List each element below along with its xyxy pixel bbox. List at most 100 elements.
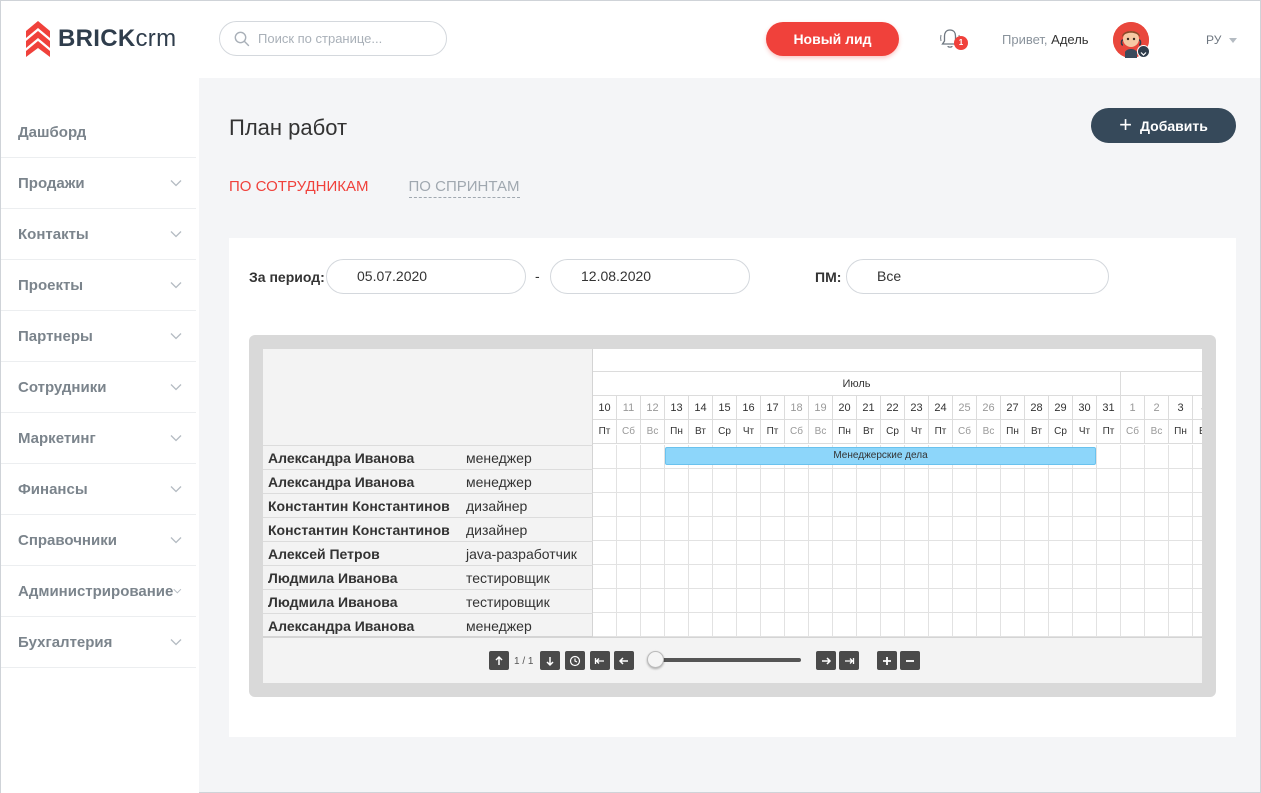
gantt-resource-row[interactable]: Людмила Иванова тестировщик (263, 589, 593, 613)
timeline-cell[interactable] (1001, 565, 1025, 589)
brand-logo[interactable]: BRICKcrm (26, 21, 176, 57)
scroll-to-end-button[interactable] (839, 651, 859, 670)
timeline-cell[interactable] (1193, 589, 1202, 613)
timeline-cell[interactable] (1169, 493, 1193, 517)
scroll-up-button[interactable] (489, 651, 509, 670)
timeline-cell[interactable] (1193, 493, 1202, 517)
timeline-cell[interactable] (1145, 469, 1169, 493)
timeline-cell[interactable] (761, 589, 785, 613)
timeline-cell[interactable] (689, 469, 713, 493)
timeline-cell[interactable] (593, 469, 617, 493)
timeline-cell[interactable] (665, 565, 689, 589)
timeline-cell[interactable] (641, 613, 665, 637)
timeline-cell[interactable] (953, 565, 977, 589)
avatar-dropdown-icon[interactable] (1137, 45, 1150, 58)
timeline-cell[interactable] (1025, 565, 1049, 589)
scroll-to-start-button[interactable] (590, 651, 610, 670)
timeline-cell[interactable] (1169, 565, 1193, 589)
timeline-cell[interactable] (1049, 469, 1073, 493)
timeline-cell[interactable] (1121, 517, 1145, 541)
timeline-cell[interactable] (1049, 565, 1073, 589)
gantt-resource-row[interactable]: Александра Иванова менеджер (263, 469, 593, 493)
timeline-cell[interactable] (1097, 589, 1121, 613)
timeline-cell[interactable] (953, 613, 977, 637)
timeline-cell[interactable] (1001, 541, 1025, 565)
timeline-cell[interactable] (761, 541, 785, 565)
timeline-cell[interactable] (617, 469, 641, 493)
sidebar-item[interactable]: Финансы (1, 464, 196, 515)
timeline-cell[interactable] (1145, 589, 1169, 613)
timeline-cell[interactable] (785, 517, 809, 541)
chevron-down-icon[interactable] (173, 587, 182, 595)
timeline-cell[interactable] (881, 541, 905, 565)
timeline-cell[interactable] (905, 517, 929, 541)
timeline-cell[interactable] (1145, 565, 1169, 589)
zoom-slider-track[interactable] (653, 658, 801, 662)
timeline-cell[interactable] (857, 469, 881, 493)
language-selector[interactable]: РУ (1206, 33, 1238, 47)
timeline-cell[interactable] (713, 517, 737, 541)
timeline-cell[interactable] (1145, 493, 1169, 517)
timeline-cell[interactable] (1073, 589, 1097, 613)
timeline-cell[interactable] (1145, 613, 1169, 637)
timeline-cell[interactable] (977, 613, 1001, 637)
gantt-timeline[interactable]: Июль 10 Пт 11 Сб 12 Вс 13 Пн 14 Вт 15 Ср 16 Чт 17 Пт 18 С… (593, 349, 1202, 637)
timeline-cell[interactable] (785, 565, 809, 589)
timeline-cell[interactable] (1001, 493, 1025, 517)
timeline-cell[interactable] (665, 469, 689, 493)
timeline-cell[interactable] (617, 493, 641, 517)
gantt-resource-row[interactable]: Константин Константинов дизайнер (263, 517, 593, 541)
timeline-cell[interactable] (617, 589, 641, 613)
timeline-cell[interactable] (1169, 445, 1193, 469)
timeline-cell[interactable] (689, 541, 713, 565)
sidebar-item[interactable]: Дашборд (1, 108, 196, 158)
timeline-cell[interactable] (737, 541, 761, 565)
timeline-cell[interactable] (665, 541, 689, 565)
timeline-cell[interactable] (1049, 613, 1073, 637)
timeline-cell[interactable] (905, 565, 929, 589)
search-input[interactable] (258, 31, 428, 46)
timeline-cell[interactable] (1193, 445, 1202, 469)
timeline-cell[interactable] (641, 565, 665, 589)
timeline-cell[interactable] (689, 517, 713, 541)
timeline-cell[interactable] (713, 541, 737, 565)
timeline-cell[interactable] (977, 493, 1001, 517)
timeline-cell[interactable] (809, 493, 833, 517)
gantt-resource-row[interactable]: Людмила Иванова тестировщик (263, 565, 593, 589)
sidebar-item[interactable]: Справочники (1, 515, 196, 566)
timeline-cell[interactable] (1097, 565, 1121, 589)
timeline-cell[interactable] (953, 469, 977, 493)
timeline-cell[interactable] (713, 565, 737, 589)
chevron-down-icon[interactable] (170, 383, 182, 391)
date-from-field[interactable]: 05.07.2020 (326, 259, 526, 294)
gantt-resource-row[interactable]: Александра Иванова менеджер (263, 445, 593, 469)
timeline-cell[interactable] (761, 613, 785, 637)
timeline-cell[interactable] (857, 613, 881, 637)
chevron-down-icon[interactable] (170, 434, 182, 442)
timeline-cell[interactable] (713, 589, 737, 613)
timeline-cell[interactable] (1169, 517, 1193, 541)
timeline-cell[interactable] (905, 469, 929, 493)
timeline-cell[interactable] (905, 541, 929, 565)
timeline-cell[interactable] (881, 589, 905, 613)
chevron-down-icon[interactable] (170, 638, 182, 646)
timeline-cell[interactable] (857, 589, 881, 613)
timeline-cell[interactable] (617, 541, 641, 565)
pm-select[interactable]: Все (846, 259, 1109, 294)
timeline-cell[interactable] (857, 565, 881, 589)
timeline-cell[interactable] (689, 565, 713, 589)
timeline-cell[interactable] (785, 613, 809, 637)
timeline-cell[interactable] (1049, 541, 1073, 565)
timeline-cell[interactable] (833, 493, 857, 517)
timeline-cell[interactable] (1073, 469, 1097, 493)
timeline-cell[interactable] (1025, 493, 1049, 517)
gantt-resource-row[interactable]: Александра Иванова менеджер (263, 613, 593, 637)
timeline-cell[interactable] (905, 613, 929, 637)
chevron-down-icon[interactable] (170, 332, 182, 340)
timeline-cell[interactable] (1193, 613, 1202, 637)
timeline-cell[interactable] (641, 517, 665, 541)
timeline-cell[interactable] (1025, 613, 1049, 637)
timeline-cell[interactable] (977, 565, 1001, 589)
user-avatar[interactable] (1113, 22, 1150, 58)
timeline-cell[interactable] (1001, 517, 1025, 541)
